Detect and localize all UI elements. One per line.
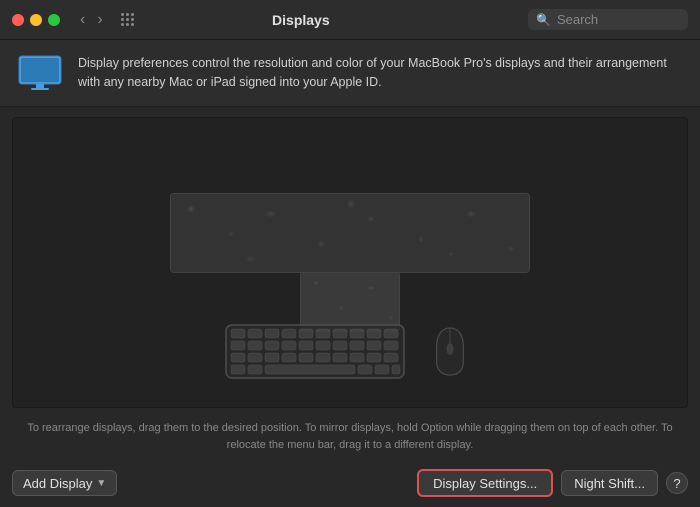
keyboard-icon: [225, 324, 405, 379]
display-settings-button[interactable]: Display Settings...: [417, 469, 553, 497]
info-bar: Display preferences control the resoluti…: [0, 40, 700, 107]
add-display-label: Add Display: [23, 476, 92, 491]
night-shift-label: Night Shift...: [574, 476, 645, 491]
arrangement-area: [12, 117, 688, 408]
main-display[interactable]: [170, 193, 530, 273]
window-title: Displays: [82, 12, 520, 28]
bottom-toolbar: Add Display ▼ Display Settings... Night …: [0, 461, 700, 507]
search-input[interactable]: [557, 12, 677, 27]
peripherals: [225, 324, 475, 379]
search-icon: 🔍: [536, 13, 551, 27]
chevron-down-icon: ▼: [96, 478, 106, 489]
help-button[interactable]: ?: [666, 472, 688, 494]
instruction-text: To rearrange displays, drag them to the …: [0, 414, 700, 461]
titlebar: ‹ › Displays 🔍: [0, 0, 700, 40]
search-bar[interactable]: 🔍: [528, 9, 688, 30]
close-button[interactable]: [12, 14, 24, 26]
info-description: Display preferences control the resoluti…: [78, 54, 684, 92]
displays-container: [170, 193, 530, 332]
secondary-display-screen: [301, 273, 399, 331]
display-settings-label: Display Settings...: [433, 476, 537, 491]
add-display-button[interactable]: Add Display ▼: [12, 470, 117, 496]
display-icon: [16, 54, 64, 92]
night-shift-button[interactable]: Night Shift...: [561, 470, 658, 496]
main-display-screen: [171, 194, 529, 272]
traffic-lights: [12, 14, 60, 26]
question-icon: ?: [673, 476, 680, 491]
minimize-button[interactable]: [30, 14, 42, 26]
secondary-display[interactable]: [300, 272, 400, 332]
main-content: Display preferences control the resoluti…: [0, 40, 700, 507]
maximize-button[interactable]: [48, 14, 60, 26]
mouse-icon: [425, 324, 475, 379]
